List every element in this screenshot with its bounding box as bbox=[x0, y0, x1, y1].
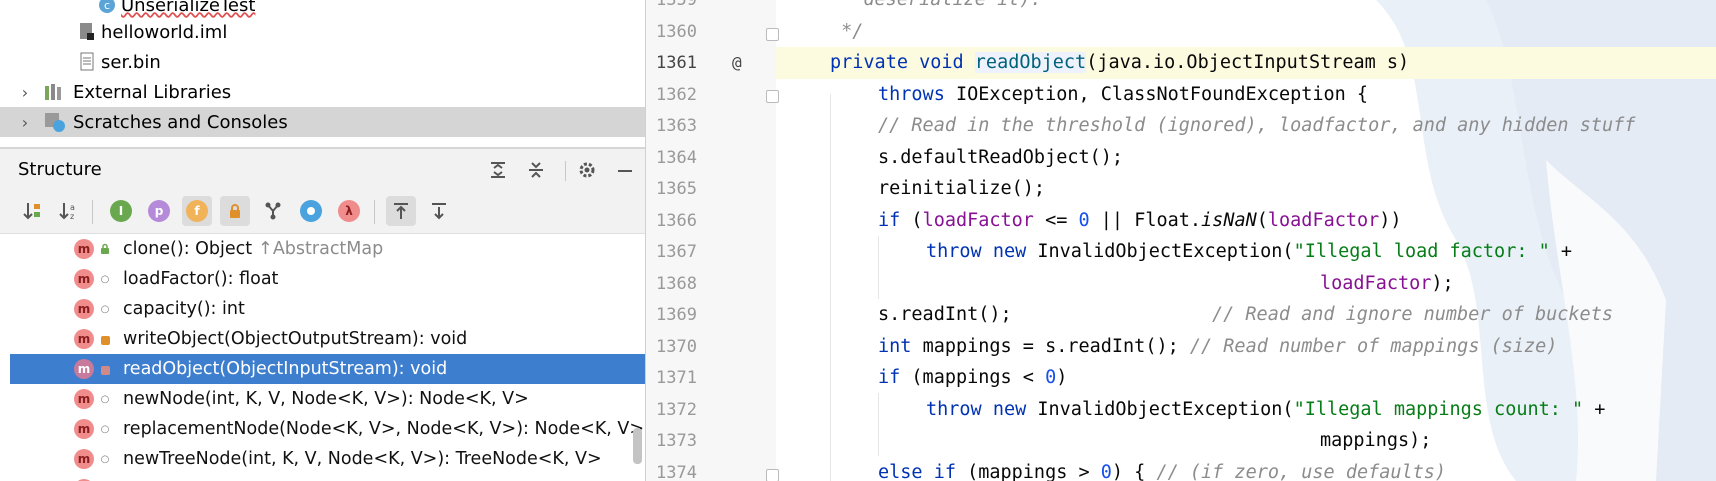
libraries-icon bbox=[42, 82, 68, 102]
code-line: 1360 */ bbox=[656, 21, 864, 43]
structure-title: Structure bbox=[18, 159, 102, 180]
method-icon: m bbox=[74, 269, 94, 289]
tree-item-scratches-and-consoles[interactable]: › Scratches and Consoles bbox=[0, 107, 645, 137]
code-line: 1372 throw new InvalidObjectException("I… bbox=[656, 399, 1606, 421]
code-editor[interactable]: 1359 * deserialize it). 1360 */ 1361 @ p… bbox=[646, 0, 1716, 481]
autoscroll-from-source-icon[interactable] bbox=[424, 196, 454, 226]
package-private-icon: ○ bbox=[100, 393, 110, 405]
code-line: 1362 throws IOException, ClassNotFoundEx… bbox=[656, 84, 1369, 106]
code-line: 1359 * deserialize it). bbox=[646, 0, 1716, 16]
structure-item-partial[interactable]: m bbox=[10, 474, 645, 481]
structure-item-capacity[interactable]: m ○ capacity(): int bbox=[10, 294, 645, 324]
code-line: 1367 throw new InvalidObjectException("I… bbox=[656, 241, 1573, 263]
tree-item-label: Scratches and Consoles bbox=[73, 111, 288, 133]
structure-item-clone[interactable]: m clone(): Object ↑AbstractMap bbox=[10, 234, 645, 264]
private-lock-icon bbox=[99, 365, 111, 375]
structure-item-readobject[interactable]: m readObject(ObjectInputStream): void bbox=[10, 354, 645, 384]
gear-icon[interactable] bbox=[574, 157, 600, 183]
structure-item-writeobject[interactable]: m writeObject(ObjectOutputStream): void bbox=[10, 324, 645, 354]
structure-item-replacementnode[interactable]: m ○ replacementNode(Node<K, V>, Node<K, … bbox=[10, 414, 645, 444]
chevron-right-icon[interactable]: › bbox=[18, 113, 32, 132]
iml-file-icon bbox=[78, 22, 96, 42]
structure-scrollbar[interactable] bbox=[633, 428, 642, 464]
structure-item-label: loadFactor(): float bbox=[123, 269, 279, 289]
code-line: 1370 int mappings = s.readInt(); // Read… bbox=[656, 336, 1558, 358]
method-icon: m bbox=[74, 299, 94, 319]
structure-item-label: newNode(int, K, V, Node<K, V>): Node<K, … bbox=[123, 389, 529, 409]
code-line: 1368 loadFactor); bbox=[656, 273, 1454, 295]
method-icon: m bbox=[74, 359, 94, 379]
show-non-public-icon[interactable] bbox=[220, 196, 250, 226]
tree-item-label: ser.bin bbox=[101, 51, 161, 73]
code-line: 1365 reinitialize(); bbox=[656, 178, 1046, 200]
code-line: 1373 mappings); bbox=[656, 430, 1432, 452]
structure-item-label: newTreeNode(int, K, V, Node<K, V>): Tree… bbox=[123, 449, 602, 469]
method-icon: m bbox=[74, 329, 94, 349]
show-lambdas-icon[interactable]: λ bbox=[334, 196, 364, 226]
expand-all-icon[interactable] bbox=[485, 157, 511, 183]
structure-item-newnode[interactable]: m ○ newNode(int, K, V, Node<K, V>): Node… bbox=[10, 384, 645, 414]
code-line: 1374 else if (mappings > 0) { // (if zer… bbox=[656, 462, 1447, 481]
svg-text:z: z bbox=[70, 212, 74, 221]
method-icon: m bbox=[74, 389, 94, 409]
structure-item-label: capacity(): int bbox=[123, 299, 245, 319]
tree-item-label: UnserializeTest bbox=[121, 0, 256, 16]
chevron-right-icon[interactable]: › bbox=[18, 83, 32, 102]
svg-text:a: a bbox=[70, 203, 75, 212]
method-icon: m bbox=[74, 419, 94, 439]
show-anonymous-classes-icon[interactable] bbox=[296, 196, 326, 226]
structure-item-label: readObject(ObjectInputStream): void bbox=[123, 359, 448, 379]
svg-text:c: c bbox=[104, 0, 110, 12]
structure-item-loadfactor[interactable]: m ○ loadFactor(): float bbox=[10, 264, 645, 294]
method-icon: m bbox=[74, 239, 94, 259]
code-line: 1371 if (mappings < 0) bbox=[656, 367, 1068, 389]
tree-item-label: External Libraries bbox=[73, 81, 232, 103]
collapse-all-icon[interactable] bbox=[523, 157, 549, 183]
package-private-icon: ○ bbox=[100, 273, 110, 285]
sort-by-visibility-icon[interactable] bbox=[18, 196, 48, 226]
code-line: 1364 s.defaultReadObject(); bbox=[656, 147, 1124, 169]
left-tool-window: c UnserializeTest helloworld.iml ser.bin… bbox=[0, 0, 645, 481]
sort-alphabetically-icon[interactable]: az bbox=[54, 196, 84, 226]
structure-toolbar: az I p f λ bbox=[0, 191, 645, 234]
package-private-icon: ○ bbox=[100, 423, 110, 435]
code-line-current: 1361 @ private void readObject(java.io.O… bbox=[656, 52, 1410, 74]
structure-list: m clone(): Object ↑AbstractMap m ○ loadF… bbox=[0, 234, 645, 481]
show-hierarchy-icon[interactable] bbox=[258, 196, 288, 226]
structure-header: Structure bbox=[0, 149, 645, 191]
tree-item-ser-bin[interactable]: ser.bin bbox=[0, 47, 645, 77]
code-line: 1363 // Read in the threshold (ignored),… bbox=[656, 115, 1636, 137]
structure-item-origin: ↑AbstractMap bbox=[258, 239, 384, 259]
code-line: 1369 s.readInt(); // Read and ignore num… bbox=[656, 304, 1613, 326]
package-private-icon: ○ bbox=[100, 453, 110, 465]
package-private-icon: ○ bbox=[100, 303, 110, 315]
tree-item-label: helloworld.iml bbox=[101, 21, 228, 43]
structure-item-label: writeObject(ObjectOutputStream): void bbox=[123, 329, 468, 349]
structure-item-label: replacementNode(Node<K, V>, Node<K, V>):… bbox=[123, 419, 645, 439]
structure-item-newtreenode[interactable]: m ○ newTreeNode(int, K, V, Node<K, V>): … bbox=[10, 444, 645, 474]
autoscroll-to-source-icon[interactable] bbox=[386, 196, 416, 226]
text-file-icon bbox=[78, 52, 96, 72]
method-icon: m bbox=[74, 449, 94, 469]
code-line: 1366 if (loadFactor <= 0 || Float.isNaN(… bbox=[656, 210, 1402, 232]
protected-icon bbox=[99, 243, 111, 255]
override-marker-icon[interactable]: @ bbox=[732, 53, 742, 72]
private-lock-icon bbox=[99, 335, 111, 345]
show-properties-icon[interactable]: p bbox=[144, 196, 174, 226]
tree-item-helloworld-iml[interactable]: helloworld.iml bbox=[0, 17, 645, 47]
structure-item-label: clone(): Object bbox=[123, 239, 253, 259]
minimize-icon[interactable] bbox=[612, 157, 638, 183]
tree-item-external-libraries[interactable]: › External Libraries bbox=[0, 77, 645, 107]
class-icon: c bbox=[98, 0, 116, 15]
scratches-icon bbox=[42, 112, 68, 132]
show-inherited-icon[interactable]: I bbox=[106, 196, 136, 226]
project-tree: c UnserializeTest helloworld.iml ser.bin… bbox=[0, 0, 645, 147]
show-fields-icon[interactable]: f bbox=[182, 196, 212, 226]
